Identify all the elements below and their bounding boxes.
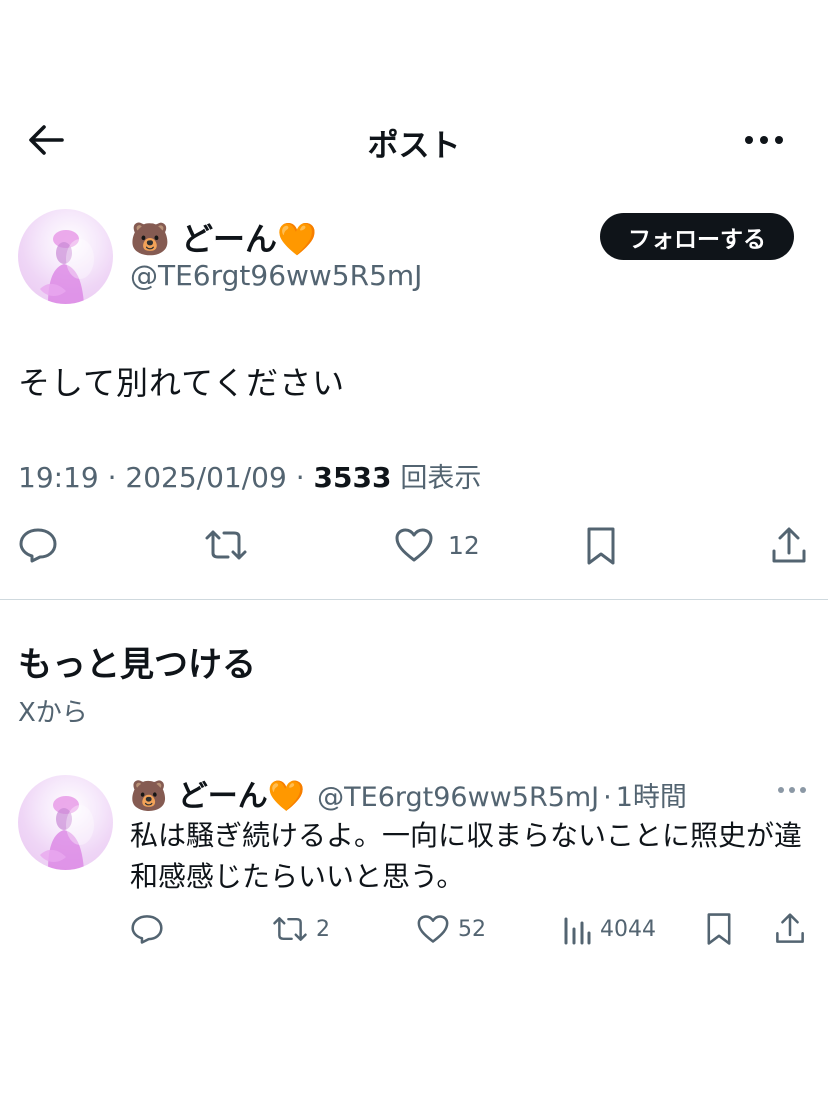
tweet-text: そして別れてください: [18, 364, 346, 402]
reply-button[interactable]: [18, 526, 58, 564]
share-button[interactable]: [770, 526, 808, 566]
related-views-button[interactable]: 4044: [562, 913, 656, 945]
divider: [0, 599, 828, 600]
related-tweet-text: 私は騒ぎ続けるよ。一向に収まらないことに照史が違和感感じたらいいと思う。: [130, 819, 803, 893]
tweet-time[interactable]: 19:19: [18, 461, 99, 494]
related-more-button[interactable]: [770, 776, 814, 804]
author-name[interactable]: 🐻 どーん🧡: [130, 214, 317, 260]
related-avatar[interactable]: [18, 775, 113, 870]
repost-button[interactable]: [204, 527, 248, 563]
related-repost-count: 2: [316, 916, 330, 942]
repost-icon: [205, 530, 247, 560]
avatar[interactable]: [18, 209, 113, 304]
related-view-count: 4044: [600, 916, 656, 942]
meta-separator: ·: [295, 461, 314, 494]
section-title: もっと見つける: [18, 645, 256, 685]
related-tweet-time[interactable]: 1時間: [616, 775, 687, 814]
related-like-button[interactable]: 52: [416, 914, 486, 944]
more-horizontal-icon: [778, 787, 806, 793]
meta-separator: ·: [603, 782, 612, 813]
view-count: 3533: [313, 461, 392, 494]
bookmark-button[interactable]: [584, 526, 618, 566]
section-subtitle: Xから: [18, 698, 88, 728]
related-like-count: 52: [458, 916, 486, 942]
bookmark-icon: [587, 527, 615, 565]
related-tweet-header: 🐻 どーん🧡 @TE6rgt96ww5R5mJ · 1時間: [130, 771, 687, 815]
follow-button[interactable]: フォローする: [600, 213, 794, 260]
like-count: 12: [448, 530, 480, 560]
related-reply-button[interactable]: [130, 913, 164, 945]
more-options-button[interactable]: [738, 120, 790, 160]
like-button[interactable]: 12: [394, 527, 480, 563]
related-author-handle[interactable]: @TE6rgt96ww5R5mJ: [317, 782, 599, 813]
reply-icon: [19, 528, 57, 563]
author-handle[interactable]: @TE6rgt96ww5R5mJ: [130, 259, 422, 292]
related-share-button[interactable]: [774, 912, 806, 946]
page-title: ポスト: [367, 128, 461, 164]
heart-icon: [417, 915, 449, 943]
reply-icon: [131, 915, 163, 944]
share-icon: [776, 913, 804, 943]
repost-icon: [273, 917, 307, 941]
share-icon: [772, 527, 806, 563]
more-horizontal-icon: [745, 136, 783, 144]
top-bar: ポスト: [0, 100, 828, 180]
meta-separator: ·: [107, 461, 126, 494]
heart-icon: [395, 528, 433, 562]
post-page: ポスト 🐻 どーん🧡 @TE6rgt96ww5R5mJ フォローする そして別れ…: [0, 0, 828, 1110]
bookmark-icon: [707, 913, 731, 945]
related-repost-button[interactable]: 2: [272, 914, 330, 944]
tweet-date[interactable]: 2025/01/09: [125, 461, 286, 494]
view-count-label: 回表示: [400, 463, 482, 494]
related-bookmark-button[interactable]: [704, 912, 734, 946]
related-author-name[interactable]: 🐻 どーん🧡: [130, 771, 305, 815]
views-chart-icon: [564, 917, 591, 945]
tweet-meta: 19:19 · 2025/01/09 · 3533 回表示: [18, 456, 481, 495]
